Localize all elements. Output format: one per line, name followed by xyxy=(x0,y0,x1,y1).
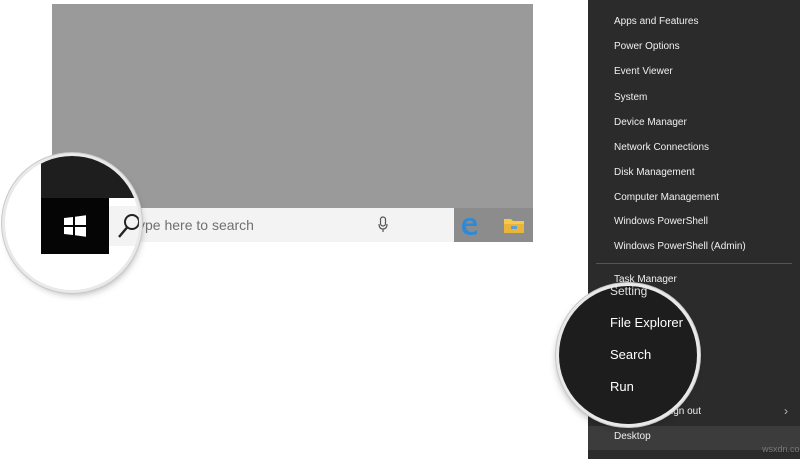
magnified-file-explorer[interactable]: File Explorer xyxy=(610,315,683,330)
menu-item-system[interactable]: System xyxy=(614,92,647,103)
menu-item-computer-management[interactable]: Computer Management xyxy=(614,192,719,203)
menu-item-network-connections[interactable]: Network Connections xyxy=(614,142,709,153)
watermark: wsxdn.com xyxy=(762,444,800,454)
magnified-search-icon xyxy=(118,214,139,238)
menu-item-windows-powershell-admin[interactable]: Windows PowerShell (Admin) xyxy=(614,241,746,252)
submenu-chevron-icon: › xyxy=(784,404,788,418)
menu-separator xyxy=(596,263,792,264)
menu-item-device-manager[interactable]: Device Manager xyxy=(614,117,687,128)
menu-item-windows-powershell[interactable]: Windows PowerShell xyxy=(614,216,708,227)
windows-logo-icon xyxy=(64,215,86,237)
file-explorer-icon[interactable] xyxy=(502,215,526,235)
menu-item-task-manager[interactable]: Task Manager xyxy=(614,274,677,285)
menu-item-event-viewer[interactable]: Event Viewer xyxy=(614,66,673,77)
menu-item-desktop[interactable]: Desktop xyxy=(614,431,651,442)
magnified-taskbar-edge xyxy=(41,156,139,198)
menu-item-disk-management[interactable]: Disk Management xyxy=(614,167,695,178)
menu-item-apps-and-features[interactable]: Apps and Features xyxy=(614,16,699,27)
magnified-run[interactable]: Run xyxy=(610,379,634,394)
edge-browser-icon[interactable] xyxy=(458,215,480,237)
magnified-settings-partial: Setting xyxy=(610,286,648,298)
start-button-magnifier xyxy=(5,156,139,290)
microphone-icon[interactable] xyxy=(378,216,388,234)
magnified-search[interactable]: Search xyxy=(610,347,651,362)
menu-magnifier: Setting File Explorer Search Run xyxy=(559,286,697,424)
search-placeholder: ype here to search xyxy=(138,217,254,233)
menu-item-power-options[interactable]: Power Options xyxy=(614,41,680,52)
task-view-icon[interactable] xyxy=(412,215,434,235)
